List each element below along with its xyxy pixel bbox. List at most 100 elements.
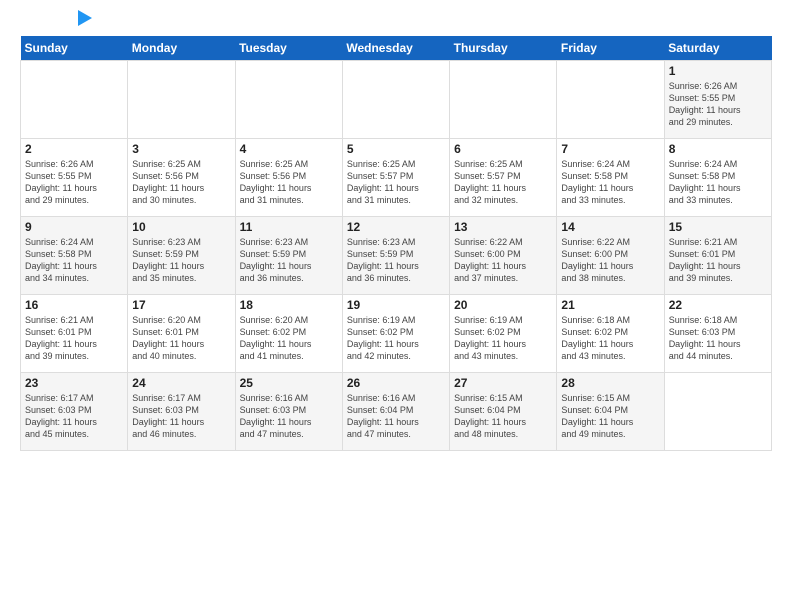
day-info: Sunrise: 6:16 AM Sunset: 6:03 PM Dayligh… xyxy=(240,392,338,441)
day-number: 11 xyxy=(240,220,338,234)
day-info: Sunrise: 6:19 AM Sunset: 6:02 PM Dayligh… xyxy=(347,314,445,363)
day-info: Sunrise: 6:17 AM Sunset: 6:03 PM Dayligh… xyxy=(132,392,230,441)
day-info: Sunrise: 6:21 AM Sunset: 6:01 PM Dayligh… xyxy=(25,314,123,363)
day-number: 5 xyxy=(347,142,445,156)
day-number: 16 xyxy=(25,298,123,312)
day-info: Sunrise: 6:25 AM Sunset: 5:57 PM Dayligh… xyxy=(454,158,552,207)
day-info: Sunrise: 6:15 AM Sunset: 6:04 PM Dayligh… xyxy=(454,392,552,441)
day-info: Sunrise: 6:20 AM Sunset: 6:01 PM Dayligh… xyxy=(132,314,230,363)
logo-arrow-icon xyxy=(78,10,92,26)
day-cell: 5 Sunrise: 6:25 AM Sunset: 5:57 PM Daylig… xyxy=(342,139,449,217)
day-info: Sunrise: 6:25 AM Sunset: 5:56 PM Dayligh… xyxy=(240,158,338,207)
day-info: Sunrise: 6:25 AM Sunset: 5:57 PM Dayligh… xyxy=(347,158,445,207)
day-info: Sunrise: 6:26 AM Sunset: 5:55 PM Dayligh… xyxy=(25,158,123,207)
day-number: 3 xyxy=(132,142,230,156)
day-number: 1 xyxy=(669,64,767,78)
day-info: Sunrise: 6:20 AM Sunset: 6:02 PM Dayligh… xyxy=(240,314,338,363)
week-row-1: 1Sunrise: 6:26 AM Sunset: 5:55 PM Daylig… xyxy=(21,61,772,139)
day-number: 15 xyxy=(669,220,767,234)
week-row-3: 9 Sunrise: 6:24 AM Sunset: 5:58 PM Daylig… xyxy=(21,217,772,295)
day-number: 20 xyxy=(454,298,552,312)
day-cell: 28 Sunrise: 6:15 AM Sunset: 6:04 PM Dayli… xyxy=(557,373,664,451)
day-cell: 13Sunrise: 6:22 AM Sunset: 6:00 PM Dayli… xyxy=(450,217,557,295)
day-number: 27 xyxy=(454,376,552,390)
day-cell: 6 Sunrise: 6:25 AM Sunset: 5:57 PM Daylig… xyxy=(450,139,557,217)
calendar-header: SundayMondayTuesdayWednesdayThursdayFrid… xyxy=(21,36,772,61)
day-number: 21 xyxy=(561,298,659,312)
day-cell: 3 Sunrise: 6:25 AM Sunset: 5:56 PM Daylig… xyxy=(128,139,235,217)
header-cell-thursday: Thursday xyxy=(450,36,557,61)
week-row-4: 16 Sunrise: 6:21 AM Sunset: 6:01 PM Dayli… xyxy=(21,295,772,373)
day-cell: 27 Sunrise: 6:15 AM Sunset: 6:04 PM Dayli… xyxy=(450,373,557,451)
day-number: 17 xyxy=(132,298,230,312)
day-cell: 1Sunrise: 6:26 AM Sunset: 5:55 PM Daylig… xyxy=(664,61,771,139)
logo xyxy=(20,16,92,26)
day-info: Sunrise: 6:23 AM Sunset: 5:59 PM Dayligh… xyxy=(347,236,445,285)
day-number: 6 xyxy=(454,142,552,156)
day-cell xyxy=(664,373,771,451)
day-cell: 18 Sunrise: 6:20 AM Sunset: 6:02 PM Dayli… xyxy=(235,295,342,373)
header-cell-monday: Monday xyxy=(128,36,235,61)
day-cell: 9 Sunrise: 6:24 AM Sunset: 5:58 PM Daylig… xyxy=(21,217,128,295)
day-cell: 19 Sunrise: 6:19 AM Sunset: 6:02 PM Dayli… xyxy=(342,295,449,373)
day-cell: 14 Sunrise: 6:22 AM Sunset: 6:00 PM Dayli… xyxy=(557,217,664,295)
day-cell: 2 Sunrise: 6:26 AM Sunset: 5:55 PM Daylig… xyxy=(21,139,128,217)
page: SundayMondayTuesdayWednesdayThursdayFrid… xyxy=(0,0,792,612)
day-cell: 23 Sunrise: 6:17 AM Sunset: 6:03 PM Dayli… xyxy=(21,373,128,451)
day-number: 2 xyxy=(25,142,123,156)
day-number: 19 xyxy=(347,298,445,312)
day-cell xyxy=(450,61,557,139)
day-number: 10 xyxy=(132,220,230,234)
week-row-5: 23 Sunrise: 6:17 AM Sunset: 6:03 PM Dayli… xyxy=(21,373,772,451)
day-cell: 8 Sunrise: 6:24 AM Sunset: 5:58 PM Daylig… xyxy=(664,139,771,217)
day-info: Sunrise: 6:24 AM Sunset: 5:58 PM Dayligh… xyxy=(669,158,767,207)
day-number: 24 xyxy=(132,376,230,390)
day-number: 14 xyxy=(561,220,659,234)
day-cell xyxy=(21,61,128,139)
day-number: 18 xyxy=(240,298,338,312)
week-row-2: 2 Sunrise: 6:26 AM Sunset: 5:55 PM Daylig… xyxy=(21,139,772,217)
day-info: Sunrise: 6:16 AM Sunset: 6:04 PM Dayligh… xyxy=(347,392,445,441)
day-cell xyxy=(557,61,664,139)
day-number: 9 xyxy=(25,220,123,234)
day-info: Sunrise: 6:24 AM Sunset: 5:58 PM Dayligh… xyxy=(25,236,123,285)
header-cell-sunday: Sunday xyxy=(21,36,128,61)
header-cell-wednesday: Wednesday xyxy=(342,36,449,61)
header-cell-friday: Friday xyxy=(557,36,664,61)
day-cell: 12 Sunrise: 6:23 AM Sunset: 5:59 PM Dayli… xyxy=(342,217,449,295)
day-cell: 11 Sunrise: 6:23 AM Sunset: 5:59 PM Dayli… xyxy=(235,217,342,295)
day-info: Sunrise: 6:22 AM Sunset: 6:00 PM Dayligh… xyxy=(561,236,659,285)
day-info: Sunrise: 6:24 AM Sunset: 5:58 PM Dayligh… xyxy=(561,158,659,207)
day-info: Sunrise: 6:15 AM Sunset: 6:04 PM Dayligh… xyxy=(561,392,659,441)
day-cell: 25Sunrise: 6:16 AM Sunset: 6:03 PM Dayli… xyxy=(235,373,342,451)
day-cell: 24 Sunrise: 6:17 AM Sunset: 6:03 PM Dayli… xyxy=(128,373,235,451)
day-number: 28 xyxy=(561,376,659,390)
header-row: SundayMondayTuesdayWednesdayThursdayFrid… xyxy=(21,36,772,61)
day-cell: 10 Sunrise: 6:23 AM Sunset: 5:59 PM Dayli… xyxy=(128,217,235,295)
day-info: Sunrise: 6:23 AM Sunset: 5:59 PM Dayligh… xyxy=(240,236,338,285)
day-number: 12 xyxy=(347,220,445,234)
day-cell: 21 Sunrise: 6:18 AM Sunset: 6:02 PM Dayli… xyxy=(557,295,664,373)
day-number: 23 xyxy=(25,376,123,390)
day-cell: 26 Sunrise: 6:16 AM Sunset: 6:04 PM Dayli… xyxy=(342,373,449,451)
day-info: Sunrise: 6:19 AM Sunset: 6:02 PM Dayligh… xyxy=(454,314,552,363)
header-cell-saturday: Saturday xyxy=(664,36,771,61)
day-cell: 15Sunrise: 6:21 AM Sunset: 6:01 PM Dayli… xyxy=(664,217,771,295)
day-number: 26 xyxy=(347,376,445,390)
day-number: 7 xyxy=(561,142,659,156)
day-cell xyxy=(128,61,235,139)
day-info: Sunrise: 6:18 AM Sunset: 6:02 PM Dayligh… xyxy=(561,314,659,363)
day-cell: 7 Sunrise: 6:24 AM Sunset: 5:58 PM Daylig… xyxy=(557,139,664,217)
day-info: Sunrise: 6:25 AM Sunset: 5:56 PM Dayligh… xyxy=(132,158,230,207)
day-number: 4 xyxy=(240,142,338,156)
day-info: Sunrise: 6:23 AM Sunset: 5:59 PM Dayligh… xyxy=(132,236,230,285)
day-cell xyxy=(342,61,449,139)
day-cell: 22 Sunrise: 6:18 AM Sunset: 6:03 PM Dayli… xyxy=(664,295,771,373)
day-number: 8 xyxy=(669,142,767,156)
day-number: 22 xyxy=(669,298,767,312)
day-cell: 4 Sunrise: 6:25 AM Sunset: 5:56 PM Daylig… xyxy=(235,139,342,217)
day-info: Sunrise: 6:17 AM Sunset: 6:03 PM Dayligh… xyxy=(25,392,123,441)
day-info: Sunrise: 6:18 AM Sunset: 6:03 PM Dayligh… xyxy=(669,314,767,363)
header-cell-tuesday: Tuesday xyxy=(235,36,342,61)
day-cell: 16 Sunrise: 6:21 AM Sunset: 6:01 PM Dayli… xyxy=(21,295,128,373)
